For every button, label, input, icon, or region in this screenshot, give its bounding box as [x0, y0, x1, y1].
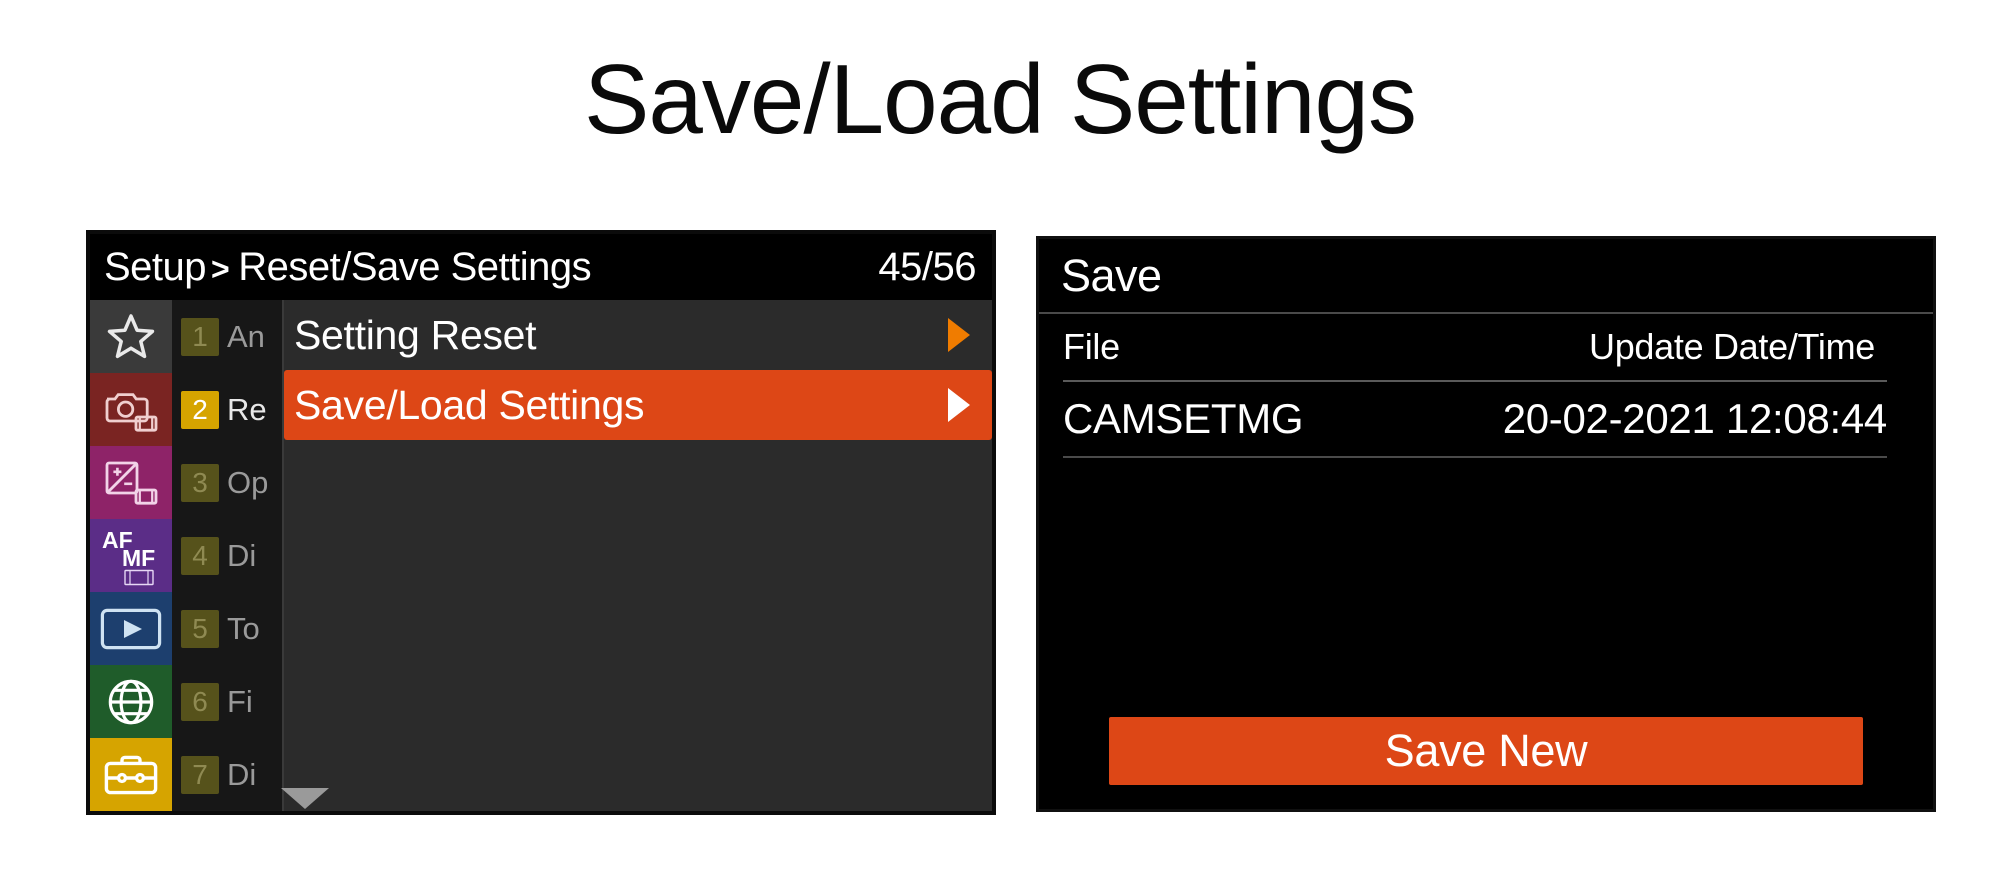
scroll-down-arrow-icon[interactable]: [281, 788, 329, 809]
table-header-row: File Update Date/Time: [1063, 314, 1887, 382]
tab-2[interactable]: 2 Re: [172, 373, 282, 446]
sidebar-item-favorites[interactable]: [90, 300, 172, 373]
menu-item-list: Setting Reset Save/Load Settings: [284, 300, 992, 811]
network-globe-icon: [104, 675, 158, 729]
sidebar-item-playback[interactable]: [90, 592, 172, 665]
breadcrumb-current: Reset/Save Settings: [238, 244, 592, 289]
menu-item-label: Setting Reset: [294, 311, 537, 358]
sidebar-item-exposure-color[interactable]: [90, 446, 172, 519]
breadcrumb-bar: Setup > Reset/Save Settings 45/56: [90, 234, 992, 300]
tab-4[interactable]: 4 Di: [172, 519, 282, 592]
playback-icon: [100, 608, 162, 650]
tab-number-badge: 7: [181, 755, 219, 794]
tab-label: Fi: [227, 683, 253, 719]
breadcrumb: Setup > Reset/Save Settings: [104, 244, 592, 290]
save-dialog-title-bar: Save: [1039, 239, 1933, 314]
tab-1[interactable]: 1 An: [172, 300, 282, 373]
exposure-color-icon: [101, 455, 161, 511]
mf-label: MF: [122, 544, 156, 571]
chevron-right-icon: [948, 318, 970, 352]
page-counter: 45/56: [878, 244, 976, 289]
menu-item-save-load-settings[interactable]: Save/Load Settings: [284, 370, 992, 440]
camera-menu-panel: Setup > Reset/Save Settings 45/56 AF MF …: [86, 230, 996, 815]
setup-toolbox-icon: [102, 751, 160, 799]
sidebar-item-setup[interactable]: [90, 738, 172, 811]
dialog-empty-area: [1039, 458, 1933, 717]
tab-7[interactable]: 7 Di: [172, 738, 282, 811]
category-icon-rail: AF MF: [90, 300, 172, 811]
save-dialog-title: Save: [1061, 249, 1162, 301]
tab-label: Op: [227, 464, 269, 500]
tab-number-badge: 3: [181, 463, 219, 502]
save-dialog: Save File Update Date/Time CAMSETMG 20-0…: [1036, 236, 1936, 812]
camera-shooting-icon: [101, 382, 161, 438]
menu-panel-body: AF MF 1 An 2 Re 3 Op 4 Di 5 To 6 Fi 7 Di…: [90, 300, 992, 811]
menu-list-empty-area: [284, 440, 992, 811]
file-name-cell: CAMSETMG: [1063, 395, 1304, 442]
af-mf-focus-icon: AF MF: [100, 525, 162, 587]
chevron-right-icon: [948, 388, 970, 422]
breadcrumb-separator-icon: >: [211, 250, 230, 287]
tab-label: Re: [227, 391, 267, 427]
column-header-update-date-time: Update Date/Time: [1589, 326, 1875, 367]
tab-number-badge: 5: [181, 609, 219, 648]
tab-label: An: [227, 318, 265, 354]
tab-5[interactable]: 5 To: [172, 592, 282, 665]
file-date-cell: 20-02-2021 12:08:44: [1502, 395, 1888, 442]
save-file-table: File Update Date/Time CAMSETMG 20-02-202…: [1039, 314, 1933, 458]
tab-label: Di: [227, 756, 257, 792]
breadcrumb-root[interactable]: Setup: [104, 245, 207, 290]
tab-number-badge: 6: [181, 682, 219, 721]
column-header-file: File: [1063, 326, 1120, 367]
favorites-star-icon: [103, 309, 159, 365]
tab-number-badge: 2: [181, 390, 219, 429]
tab-label: Di: [227, 537, 257, 573]
tab-6[interactable]: 6 Fi: [172, 665, 282, 738]
tab-label: To: [227, 610, 260, 646]
tab-number-badge: 1: [181, 317, 219, 356]
save-new-button-wrap: Save New: [1039, 717, 1933, 809]
sidebar-item-network[interactable]: [90, 665, 172, 738]
tab-number-column: 1 An 2 Re 3 Op 4 Di 5 To 6 Fi 7 Di: [172, 300, 284, 811]
tab-number-badge: 4: [181, 536, 219, 575]
save-new-button[interactable]: Save New: [1109, 717, 1863, 785]
page-title: Save/Load Settings: [584, 44, 1417, 154]
film-strip-icon: [124, 569, 154, 586]
menu-item-setting-reset[interactable]: Setting Reset: [284, 300, 992, 370]
sidebar-item-shooting[interactable]: [90, 373, 172, 446]
tab-3[interactable]: 3 Op: [172, 446, 282, 519]
sidebar-item-focus[interactable]: AF MF: [90, 519, 172, 592]
save-new-button-label: Save New: [1384, 725, 1588, 776]
menu-item-label: Save/Load Settings: [294, 381, 645, 428]
table-row[interactable]: CAMSETMG 20-02-2021 12:08:44: [1063, 382, 1887, 458]
